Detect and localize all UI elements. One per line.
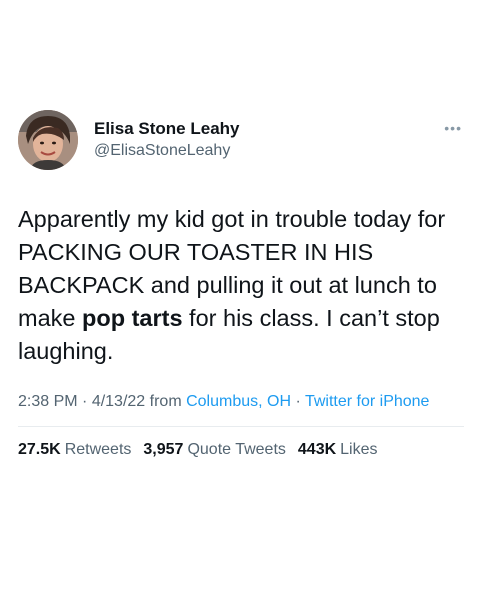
tweet-text: Apparently my kid got in trouble today f… — [18, 203, 464, 368]
tweet-date[interactable]: 4/13/22 — [92, 393, 145, 410]
meta-separator: · — [77, 393, 92, 410]
meta-separator-2: · — [291, 393, 305, 410]
display-name[interactable]: Elisa Stone Leahy — [94, 118, 240, 140]
quotes-label: Quote Tweets — [187, 441, 286, 458]
user-names: Elisa Stone Leahy @ElisaStoneLeahy — [94, 118, 240, 162]
tweet-card: Elisa Stone Leahy @ElisaStoneLeahy ••• A… — [18, 108, 464, 459]
quotes-count: 3,957 — [143, 441, 184, 458]
user-handle[interactable]: @ElisaStoneLeahy — [94, 140, 240, 162]
tweet-stats: 27.5K Retweets 3,957 Quote Tweets 443K Like… — [18, 441, 464, 459]
likes-label: Likes — [340, 441, 378, 458]
likes-count: 443K — [297, 441, 337, 458]
tweet-text-bold: pop tarts — [82, 305, 183, 331]
more-options-icon[interactable]: ••• — [444, 120, 462, 136]
avatar-image — [18, 110, 78, 170]
likes-stat[interactable]: 443K Likes — [298, 441, 378, 459]
retweets-count: 27.5K — [18, 441, 61, 458]
meta-from: from — [145, 393, 187, 410]
retweets-label: Retweets — [64, 441, 132, 458]
retweets-stat[interactable]: 27.5K Retweets — [18, 441, 131, 459]
tweet-meta: 2:38 PM · 4/13/22 from Columbus, OH · Tw… — [18, 390, 464, 414]
tweet-header: Elisa Stone Leahy @ElisaStoneLeahy ••• — [18, 108, 464, 172]
quote-tweets-stat[interactable]: 3,957 Quote Tweets — [143, 441, 285, 459]
tweet-time[interactable]: 2:38 PM — [18, 393, 78, 410]
location-link[interactable]: Columbus, OH — [186, 393, 291, 410]
source-link[interactable]: Twitter for iPhone — [305, 393, 430, 410]
avatar[interactable] — [18, 110, 78, 170]
divider — [18, 426, 464, 427]
